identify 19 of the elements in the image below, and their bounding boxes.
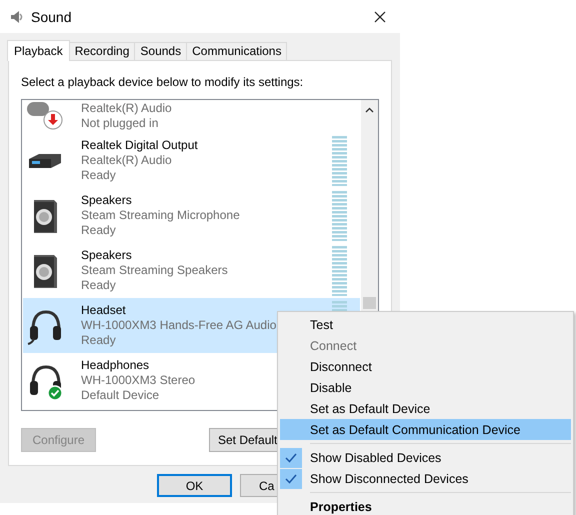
window-title: Sound (31, 8, 72, 24)
device-description: Realtek(R) Audio (81, 153, 172, 168)
device-status: Ready (81, 278, 116, 293)
device-status: Not plugged in (81, 116, 158, 131)
device-description: WH-1000XM3 Hands-Free AG Audio (81, 318, 276, 333)
device-status: Ready (81, 168, 116, 183)
device-status: Default Device (81, 388, 160, 403)
device-status: Ready (81, 333, 116, 348)
device-description: Steam Streaming Microphone (81, 208, 240, 223)
device-name: Speakers (81, 193, 132, 208)
device-description: Steam Streaming Speakers (81, 263, 228, 278)
device-name: Headset (81, 303, 126, 318)
device-description: Realtek(R) Audio (81, 101, 172, 116)
instruction-text: Select a playback device below to modify its settings: (21, 75, 304, 91)
device-name: Headphones (81, 358, 150, 373)
device-name: Speakers (81, 248, 132, 263)
device-status: Ready (81, 223, 116, 238)
device-description: WH-1000XM3 Stereo (81, 373, 196, 388)
device-name: Realtek Digital Output (81, 138, 198, 153)
